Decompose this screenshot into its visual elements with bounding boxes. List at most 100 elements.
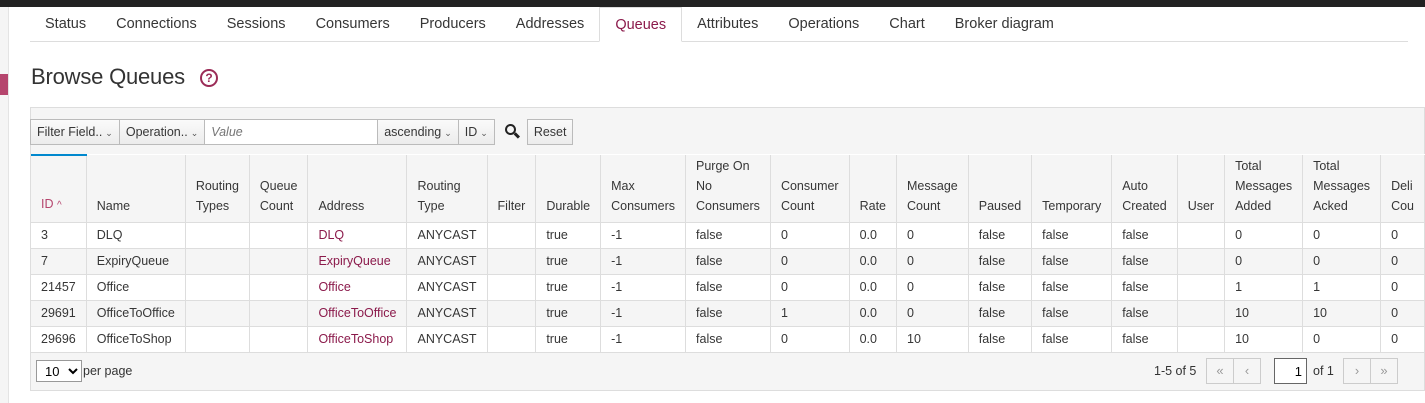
tab-connections[interactable]: Connections [101, 7, 212, 41]
table-cell [487, 222, 537, 249]
first-page-icon[interactable]: « [1206, 358, 1234, 384]
tab-status[interactable]: Status [30, 7, 101, 41]
table-header-row: ID ^ Name Routing Types Queue Count Addr… [31, 154, 1425, 223]
page-count: of 1 [1313, 364, 1334, 378]
tab-operations[interactable]: Operations [773, 7, 874, 41]
table-cell [249, 222, 309, 249]
column-header[interactable]: Temporary [1031, 155, 1113, 223]
column-header[interactable]: Max Consumers [600, 155, 687, 223]
table-cell: 0 [1380, 248, 1425, 275]
table-cell: 7 [31, 248, 87, 275]
filter-field-dropdown[interactable]: Filter Field.. ⌄ [30, 119, 120, 145]
tab-sessions[interactable]: Sessions [212, 7, 301, 41]
column-header[interactable]: Queue Count [249, 155, 309, 223]
page-number-input[interactable] [1274, 358, 1307, 384]
column-header[interactable]: Filter [487, 155, 537, 223]
table-row: 29696 OfficeToShop OfficeToShop ANYCAST true… [31, 326, 1425, 353]
chevron-down-icon: ⌄ [190, 128, 199, 138]
per-page-label: per page [83, 364, 133, 378]
table-cell: 0 [896, 274, 969, 301]
column-header-id[interactable]: ID ^ [31, 154, 87, 223]
table-cell [1177, 326, 1226, 353]
table-cell: 0 [1380, 274, 1425, 301]
column-header[interactable]: Rate [849, 155, 898, 223]
tab-producers[interactable]: Producers [405, 7, 501, 41]
table-cell [249, 326, 309, 353]
address-link[interactable]: OfficeToOffice [307, 300, 408, 327]
table-cell: -1 [600, 274, 687, 301]
tab-addresses[interactable]: Addresses [501, 7, 600, 41]
table-cell: 0 [1302, 222, 1382, 249]
table-cell: -1 [600, 326, 687, 353]
reset-button[interactable]: Reset [526, 119, 574, 145]
address-link[interactable]: Office [307, 274, 408, 301]
table-cell: ANYCAST [406, 222, 488, 249]
column-header[interactable]: Auto Created [1111, 155, 1178, 223]
table-cell: 0 [1302, 248, 1382, 275]
next-page-icon[interactable]: › [1343, 358, 1371, 384]
table-cell: false [685, 222, 771, 249]
table-cell: 0.0 [849, 326, 898, 353]
column-header[interactable]: Routing Types [185, 155, 250, 223]
address-link[interactable]: OfficeToShop [307, 326, 408, 353]
table-cell: DLQ [86, 222, 186, 249]
column-header[interactable]: Routing Type [406, 155, 488, 223]
column-header[interactable]: Message Count [896, 155, 969, 223]
table-cell: 0 [1380, 326, 1425, 353]
table-cell: 0 [770, 248, 850, 275]
table-cell [1177, 274, 1226, 301]
sort-order-dropdown[interactable]: ascending ⌄ [377, 119, 459, 145]
tab-queues[interactable]: Queues [599, 7, 683, 42]
tab-consumers[interactable]: Consumers [301, 7, 405, 41]
last-page-icon[interactable]: » [1370, 358, 1398, 384]
table-cell [487, 300, 537, 327]
column-header[interactable]: Name [86, 155, 186, 223]
sort-field-label: ID [464, 125, 478, 139]
column-header[interactable]: Deli Cou [1380, 155, 1425, 223]
filter-toolbar: Filter Field..⌄ Operation..⌄ ascending⌄ … [30, 119, 574, 145]
table-cell [185, 274, 250, 301]
table-cell: 10 [1224, 326, 1304, 353]
table-cell [487, 274, 537, 301]
table-row: 7 ExpiryQueue ExpiryQueue ANYCAST true -1 fals… [31, 248, 1425, 275]
table-cell: false [685, 300, 771, 327]
prev-page-icon[interactable]: ‹ [1233, 358, 1261, 384]
table-cell: ANYCAST [406, 300, 488, 327]
table-row: 21457 Office Office ANYCAST true -1 false 0 0.0 0… [31, 274, 1425, 301]
question-circle-icon[interactable]: ? [200, 69, 218, 87]
column-header[interactable]: Durable [535, 155, 602, 223]
column-header[interactable]: Total Messages Added [1224, 155, 1304, 223]
pagination-range: 1-5 of 5 [1154, 364, 1197, 378]
sort-field-dropdown[interactable]: ID ⌄ [457, 119, 495, 145]
chevron-down-icon: ⌄ [105, 128, 113, 138]
table-cell: 10 [1302, 300, 1382, 327]
operation-label: Operation.. [125, 125, 188, 139]
search-icon[interactable] [499, 119, 525, 145]
table-cell: OfficeToShop [86, 326, 186, 353]
table-cell: 29691 [31, 300, 87, 327]
filter-value-input[interactable] [204, 119, 379, 145]
column-header[interactable]: User [1177, 155, 1226, 223]
per-page-select[interactable]: 10 [36, 360, 82, 382]
table-cell: false [968, 326, 1033, 353]
table-cell: 1 [770, 300, 850, 327]
queues-table: ID ^ Name Routing Types Queue Count Addr… [31, 154, 1425, 353]
table-cell: 1 [1224, 274, 1304, 301]
table-cell: false [968, 248, 1033, 275]
table-cell: true [535, 300, 602, 327]
address-link[interactable]: ExpiryQueue [307, 248, 408, 275]
tab-broker-diagram[interactable]: Broker diagram [940, 7, 1069, 41]
tab-chart[interactable]: Chart [874, 7, 939, 41]
column-header[interactable]: Total Messages Acked [1302, 155, 1382, 223]
column-header[interactable]: Consumer Count [770, 155, 850, 223]
table-cell: false [685, 326, 771, 353]
table-cell: 0.0 [849, 222, 898, 249]
tab-attributes[interactable]: Attributes [682, 7, 773, 41]
column-header[interactable]: Purge On No Consumers [685, 155, 771, 223]
operation-dropdown[interactable]: Operation.. ⌄ [118, 119, 206, 145]
column-header[interactable]: Paused [968, 155, 1033, 223]
address-link[interactable]: DLQ [307, 222, 408, 249]
table-cell: 0 [1302, 326, 1382, 353]
table-cell: false [1111, 300, 1178, 327]
column-header[interactable]: Address [307, 155, 408, 223]
